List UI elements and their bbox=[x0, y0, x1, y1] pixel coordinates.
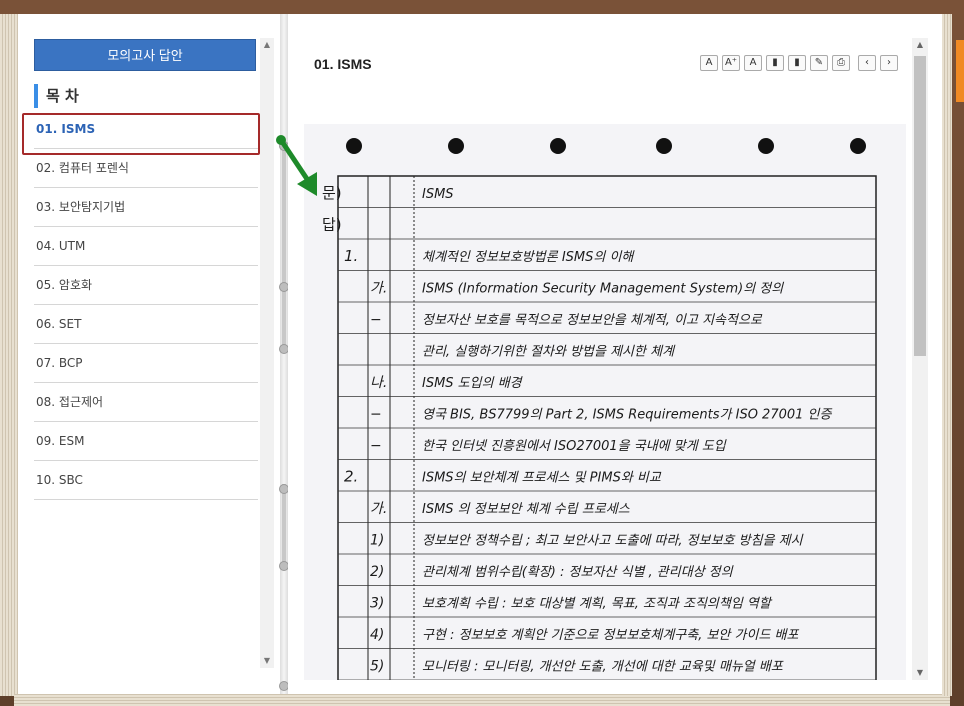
font-larger-icon[interactable]: A bbox=[700, 55, 718, 71]
font-increase-icon[interactable]: A⁺ bbox=[722, 55, 740, 71]
toc-title: 목 차 bbox=[34, 84, 79, 108]
page-toolbar: A A⁺ A ▮ ▮ ✎ ⎙ ‹ › bbox=[700, 55, 898, 71]
handwritten-sub: 가. bbox=[370, 501, 387, 517]
handwritten-text: ISMS (Information Security Management Sy… bbox=[422, 282, 784, 297]
binder-wire bbox=[282, 484, 286, 564]
font-decrease-icon[interactable]: A bbox=[744, 55, 762, 71]
memo-icon[interactable]: ✎ bbox=[810, 55, 828, 71]
toc-page: 모의고사 답안 목 차 01. ISMS 02. 컴퓨터 포렌식 03. 보안탐지기… bbox=[18, 14, 283, 694]
question-label: 문) bbox=[322, 184, 342, 202]
handwritten-text: 한국 인터넷 진흥원에서 ISO27001을 국내에 맞게 도입 bbox=[422, 439, 727, 454]
page-title: 01. ISMS bbox=[314, 56, 372, 72]
handwritten-text: ISMS의 보안체계 프로세스 및 PIMS와 비교 bbox=[422, 471, 662, 486]
handwritten-sub: − bbox=[370, 312, 382, 328]
handwritten-text: 모니터링 : 모니터링, 개선안 도출, 개선에 대한 교육및 매뉴얼 배포 bbox=[422, 660, 784, 675]
bookmark-icon[interactable]: ▮ bbox=[766, 55, 784, 71]
handwritten-text: 관리체계 범위수립(확장) : 정보자산 식별 , 관리대상 정의 bbox=[422, 565, 734, 580]
handwritten-text: 영국 BIS, BS7799의 Part 2, ISMS Requirement… bbox=[422, 408, 833, 423]
handwritten-sub: 1) bbox=[370, 533, 384, 549]
bookmark-add-icon[interactable]: ▮ bbox=[788, 55, 806, 71]
binder-wire bbox=[282, 289, 286, 349]
scroll-down-icon[interactable]: ▼ bbox=[260, 654, 274, 668]
handwritten-sub: 가. bbox=[370, 281, 387, 297]
handwritten-text: 정보보안 정책수립 ; 최고 보안사고 도출에 따라, 정보보호 방침을 제시 bbox=[422, 534, 804, 549]
notebook-scan: 문) 답) ISMS 1. 체계적인 정보보호방법론 ISMS의 이해가. ISMS (I… bbox=[322, 138, 877, 680]
book-spine bbox=[280, 14, 288, 694]
handwritten-num: 1. bbox=[344, 247, 358, 265]
scroll-up-icon[interactable]: ▲ bbox=[260, 38, 274, 52]
page-edges-right bbox=[942, 14, 952, 696]
toc-list: 01. ISMS 02. 컴퓨터 포렌식 03. 보안탐지기법 04. UTM 05. … bbox=[34, 110, 258, 500]
content-page: 01. ISMS A A⁺ A ▮ ▮ ✎ ⎙ ‹ › 문) 답) ISMS 1. 체계적인 정보보호방… bbox=[288, 14, 942, 694]
prev-page-icon[interactable]: ‹ bbox=[858, 55, 876, 71]
handwritten-sub: 5) bbox=[370, 659, 384, 675]
bookmark-tab[interactable] bbox=[956, 40, 964, 102]
handwritten-answer-image: 문) 답) ISMS 1. 체계적인 정보보호방법론 ISMS의 이해가. ISMS (I… bbox=[304, 124, 906, 680]
toc-item[interactable]: 05. 암호화 bbox=[34, 266, 258, 305]
handwritten-sub: 4) bbox=[370, 627, 384, 643]
handwritten-text: 보호계획 수립 : 보호 대상별 계획, 목표, 조직과 조직의책임 역할 bbox=[422, 597, 773, 612]
scroll-up-icon[interactable]: ▲ bbox=[912, 38, 928, 52]
handwritten-sub: 2) bbox=[370, 564, 384, 580]
answer-button[interactable]: 모의고사 답안 bbox=[34, 39, 256, 71]
handwritten-sub: 나. bbox=[370, 375, 387, 391]
page-edges-bottom bbox=[14, 694, 950, 706]
handwritten-text: 체계적인 정보보호방법론 ISMS의 이해 bbox=[422, 250, 635, 265]
binder-holes bbox=[346, 138, 866, 154]
handwritten-text: ISMS bbox=[422, 187, 454, 202]
toc-item[interactable]: 03. 보안탐지기법 bbox=[34, 188, 258, 227]
handwritten-num: 2. bbox=[344, 468, 358, 486]
question-label: 답) bbox=[322, 216, 342, 234]
toc-scrollbar[interactable]: ▲ ▼ bbox=[260, 38, 274, 668]
page-edges-left bbox=[0, 14, 18, 696]
handwritten-text: 구현 : 정보보호 계획안 기준으로 정보보호체계구축, 보안 가이드 배포 bbox=[422, 628, 799, 643]
handwritten-text: ISMS 도입의 배경 bbox=[422, 376, 524, 391]
handwritten-sub: 3) bbox=[370, 596, 384, 612]
book: 모의고사 답안 목 차 01. ISMS 02. 컴퓨터 포렌식 03. 보안탐지기… bbox=[18, 14, 942, 694]
selection-highlight bbox=[22, 113, 260, 155]
toc-item[interactable]: 08. 접근제어 bbox=[34, 383, 258, 422]
handwritten-text: 관리, 실행하기위한 절차와 방법을 제시한 체계 bbox=[422, 345, 676, 360]
next-page-icon[interactable]: › bbox=[880, 55, 898, 71]
print-icon[interactable]: ⎙ bbox=[832, 55, 850, 71]
handwritten-sub: − bbox=[370, 438, 382, 454]
toc-item[interactable]: 06. SET bbox=[34, 305, 258, 344]
handwritten-text: 정보자산 보호를 목적으로 정보보안을 체계적, 이고 지속적으로 bbox=[422, 313, 763, 328]
handwritten-sub: − bbox=[370, 407, 382, 423]
handwritten-text: ISMS 의 정보보안 체계 수립 프로세스 bbox=[422, 502, 630, 517]
content-scrollbar[interactable]: ▲ ▼ bbox=[912, 38, 928, 680]
annotation-arrow bbox=[276, 135, 317, 196]
scroll-thumb[interactable] bbox=[914, 56, 926, 356]
toc-item[interactable]: 07. BCP bbox=[34, 344, 258, 383]
scroll-down-icon[interactable]: ▼ bbox=[912, 666, 928, 680]
toc-item[interactable]: 04. UTM bbox=[34, 227, 258, 266]
toc-item[interactable]: 10. SBC bbox=[34, 461, 258, 500]
toc-item[interactable]: 09. ESM bbox=[34, 422, 258, 461]
